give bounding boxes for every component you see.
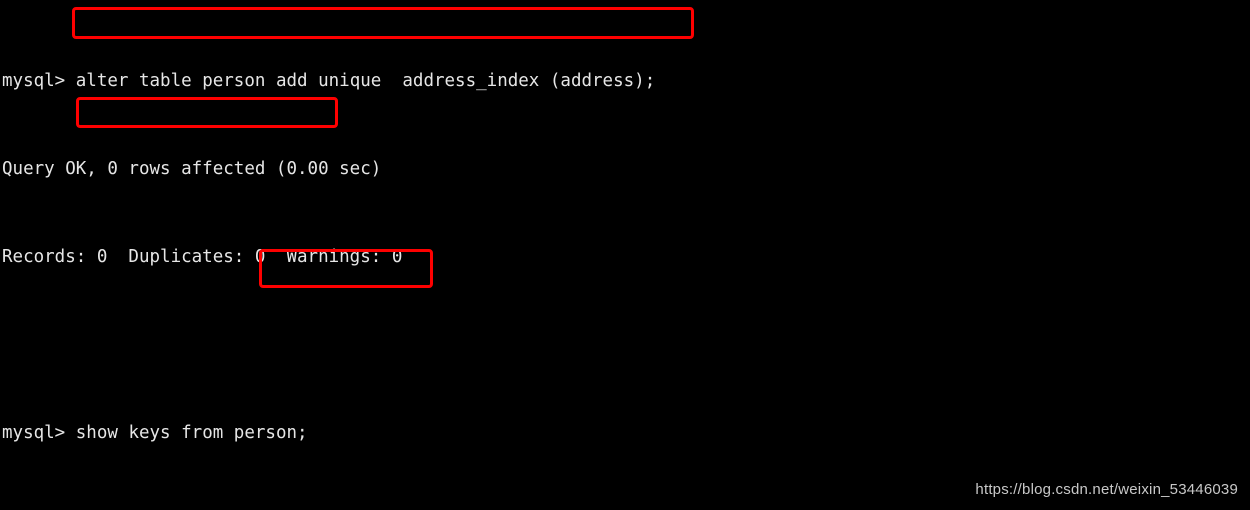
command-2-text[interactable]: show keys from person; xyxy=(76,423,308,443)
records-line: Records: 0 Duplicates: 0 Warnings: 0 xyxy=(2,247,403,267)
terminal-screen: mysql> alter table person add unique add… xyxy=(2,4,1193,510)
command-line-2: mysql> show keys from person; xyxy=(2,422,1193,444)
command-line-1: mysql> alter table person add unique add… xyxy=(2,70,1193,92)
command-1-text[interactable]: alter table person add unique address_in… xyxy=(76,71,655,91)
query-ok-line: Query OK, 0 rows affected (0.00 sec) xyxy=(2,159,382,179)
prompt-2: mysql> xyxy=(2,423,76,443)
prompt-1: mysql> xyxy=(2,71,76,91)
watermark-url: https://blog.csdn.net/weixin_53446039 xyxy=(975,481,1238,498)
terminal-window[interactable]: mysql> alter table person add unique add… xyxy=(0,0,1250,510)
